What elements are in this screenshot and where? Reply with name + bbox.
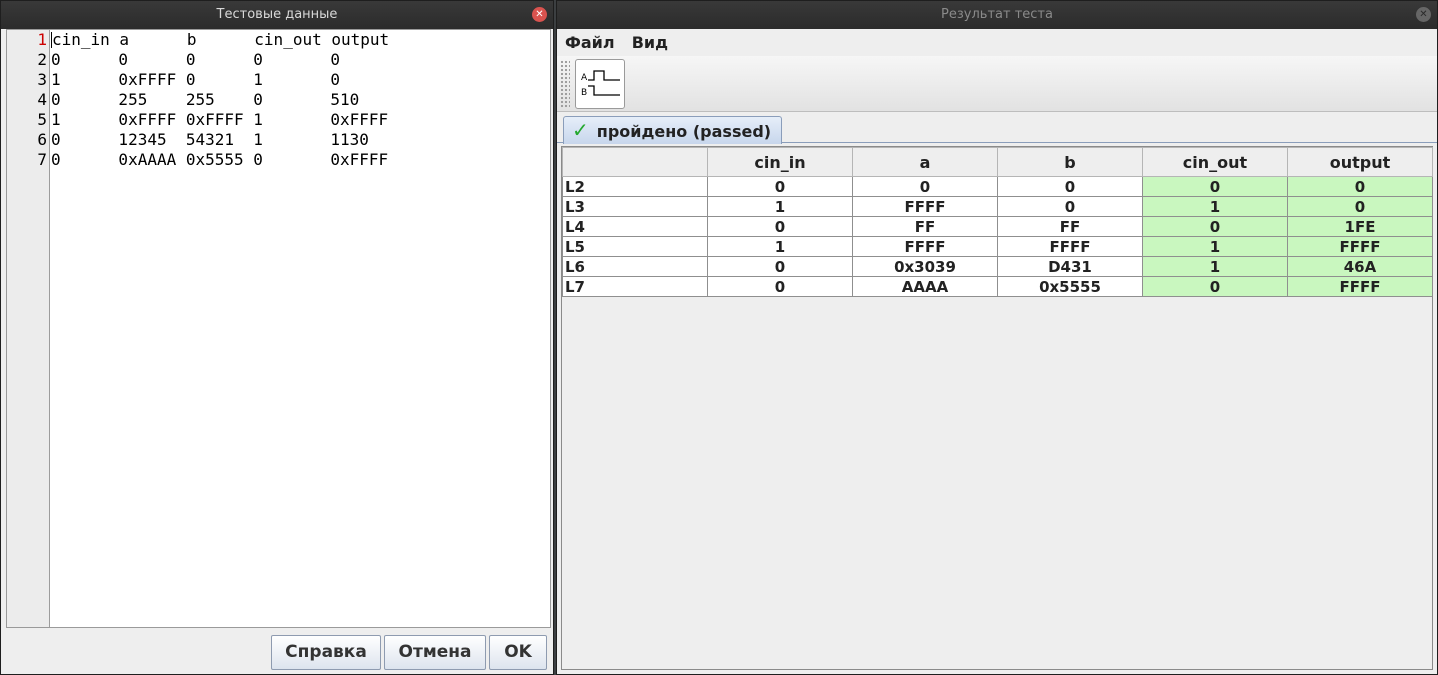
table-cell-passed: 0 xyxy=(1142,276,1288,297)
table-row[interactable]: L7 0 AAAA 0x5555 0 FFFF xyxy=(562,276,1433,297)
table-cell: 0x3039 xyxy=(852,256,998,277)
code-line[interactable]: 0 0 0 0 0 xyxy=(51,50,550,70)
code-line[interactable]: 0 0xAAAA 0x5555 0 0xFFFF xyxy=(51,150,550,170)
row-label: L5 xyxy=(562,236,708,257)
column-header[interactable]: cin_out xyxy=(1142,147,1288,177)
table-cell: FF xyxy=(997,216,1143,237)
row-label: L7 xyxy=(562,276,708,297)
close-icon[interactable]: ✕ xyxy=(1416,7,1431,22)
table-cell: 0 xyxy=(707,216,853,237)
table-row[interactable]: L2 0 0 0 0 0 xyxy=(562,176,1433,197)
test-data-titlebar[interactable]: Тестовые данные ✕ xyxy=(1,1,553,29)
table-cell: 0x5555 xyxy=(997,276,1143,297)
table-cell-passed: 0 xyxy=(1287,176,1433,197)
table-row[interactable]: L4 0 FF FF 0 1FE xyxy=(562,216,1433,237)
code-line[interactable]: cin_in a b cin_out output xyxy=(51,30,550,50)
column-header[interactable] xyxy=(562,147,708,177)
cancel-button[interactable]: Отмена xyxy=(384,635,486,670)
table-cell-passed: 1 xyxy=(1142,236,1288,257)
column-header[interactable]: a xyxy=(852,147,998,177)
timing-diagram-icon: A B xyxy=(581,70,620,98)
svg-text:B: B xyxy=(581,88,587,98)
menu-bar: Файл Вид xyxy=(557,29,1437,56)
tab-label: пройдено (passed) xyxy=(596,122,772,141)
table-cell: 1 xyxy=(707,196,853,217)
table-cell: FFFF xyxy=(997,236,1143,257)
dialog-button-row: Справка Отмена OK xyxy=(268,635,547,671)
table-cell-passed: FFFF xyxy=(1287,236,1433,257)
table-cell-passed: 1 xyxy=(1142,256,1288,277)
table-cell: 0 xyxy=(852,176,998,197)
window-title: Результат теста xyxy=(941,7,1053,22)
ok-button[interactable]: OK xyxy=(489,635,547,670)
line-number: 1 xyxy=(37,30,47,49)
table-cell: 1 xyxy=(707,236,853,257)
results-table: cin_in a b cin_out output L2 0 0 0 0 0 L xyxy=(562,147,1433,297)
menu-file[interactable]: Файл xyxy=(565,29,615,56)
test-data-window: Тестовые данные ✕ 1 2 3 4 5 6 7 cin_in a… xyxy=(0,0,554,675)
help-button[interactable]: Справка xyxy=(271,635,381,670)
close-icon[interactable]: ✕ xyxy=(532,7,547,22)
table-cell-passed: 1FE xyxy=(1287,216,1433,237)
line-number: 4 xyxy=(37,90,47,109)
line-number-gutter: 1 2 3 4 5 6 7 xyxy=(7,30,50,627)
column-header[interactable]: b xyxy=(997,147,1143,177)
row-label: L4 xyxy=(562,216,708,237)
table-cell: FF xyxy=(852,216,998,237)
code-line[interactable]: 0 255 255 0 510 xyxy=(51,90,550,110)
table-cell-passed: 1 xyxy=(1142,196,1288,217)
line-number: 3 xyxy=(37,70,47,89)
table-header-row: cin_in a b cin_out output xyxy=(562,147,1433,177)
line-number: 6 xyxy=(37,130,47,149)
table-cell: D431 xyxy=(997,256,1143,277)
table-cell-passed: FFFF xyxy=(1287,276,1433,297)
table-cell: 0 xyxy=(997,196,1143,217)
table-cell: AAAA xyxy=(852,276,998,297)
line-number: 2 xyxy=(37,50,47,69)
table-cell: 0 xyxy=(707,256,853,277)
table-row[interactable]: L5 1 FFFF FFFF 1 FFFF xyxy=(562,236,1433,257)
code-line-text: cin_in a b cin_out output xyxy=(52,30,390,49)
test-result-window: Результат теста ✕ Файл Вид A B ✓ пройдено… xyxy=(556,0,1438,675)
table-cell-passed: 0 xyxy=(1142,176,1288,197)
code-line[interactable]: 1 0xFFFF 0 1 0 xyxy=(51,70,550,90)
line-number: 5 xyxy=(37,110,47,129)
table-row[interactable]: L6 0 0x3039 D431 1 46A xyxy=(562,256,1433,277)
table-cell: FFFF xyxy=(852,196,998,217)
table-cell: 0 xyxy=(707,276,853,297)
table-cell-passed: 46A xyxy=(1287,256,1433,277)
line-number: 7 xyxy=(37,150,47,169)
table-cell: 0 xyxy=(707,176,853,197)
table-cell-passed: 0 xyxy=(1142,216,1288,237)
table-cell: FFFF xyxy=(852,236,998,257)
toolbar-grip-icon[interactable] xyxy=(560,60,570,108)
code-line[interactable]: 1 0xFFFF 0xFFFF 1 0xFFFF xyxy=(51,110,550,130)
svg-text:A: A xyxy=(581,73,588,83)
test-data-editor[interactable]: 1 2 3 4 5 6 7 cin_in a b cin_out output … xyxy=(6,29,551,628)
column-header[interactable]: output xyxy=(1287,147,1433,177)
table-cell-passed: 0 xyxy=(1287,196,1433,217)
code-area[interactable]: cin_in a b cin_out output 0 0 0 0 0 1 0x… xyxy=(51,30,550,170)
results-table-panel: cin_in a b cin_out output L2 0 0 0 0 0 L xyxy=(561,146,1433,670)
table-row[interactable]: L3 1 FFFF 0 1 0 xyxy=(562,196,1433,217)
table-cell: 0 xyxy=(997,176,1143,197)
window-title: Тестовые данные xyxy=(216,7,338,22)
tab-strip: ✓ пройдено (passed) xyxy=(557,112,1437,144)
tab-passed[interactable]: ✓ пройдено (passed) xyxy=(563,116,783,144)
toolbar: A B xyxy=(557,56,1437,112)
test-result-titlebar[interactable]: Результат теста ✕ xyxy=(557,1,1437,29)
row-label: L3 xyxy=(562,196,708,217)
checkmark-icon: ✓ xyxy=(572,118,589,142)
row-label: L6 xyxy=(562,256,708,277)
row-label: L2 xyxy=(562,176,708,197)
code-line[interactable]: 0 12345 54321 1 1130 xyxy=(51,130,550,150)
menu-view[interactable]: Вид xyxy=(632,29,668,56)
column-header[interactable]: cin_in xyxy=(707,147,853,177)
timing-diagram-button[interactable]: A B xyxy=(575,59,625,109)
